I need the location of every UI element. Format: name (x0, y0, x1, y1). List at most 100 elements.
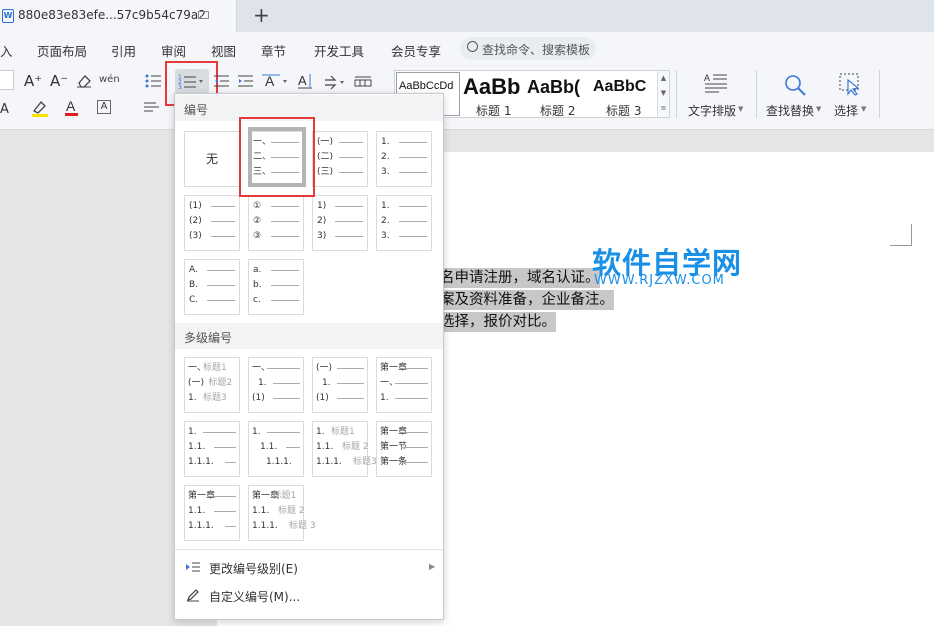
preview-line (214, 511, 236, 512)
style-normal-preview: AaBbCcDd (399, 80, 459, 92)
menu-developer[interactable]: 开发工具 (314, 41, 364, 60)
preview-line (401, 447, 429, 448)
font-size-select[interactable] (0, 70, 14, 90)
preview-marker: 1) (317, 201, 326, 211)
find-replace-icon[interactable] (783, 73, 807, 100)
preview-line (214, 447, 236, 448)
multilevel-style[interactable]: 第一章1.1.1.1.1. (184, 485, 240, 541)
styles-scroll[interactable]: ▲▼≡ (657, 71, 669, 117)
numbering-decimal-dot-alt[interactable]: 1.2.3. (376, 195, 432, 251)
menu-review[interactable]: 审阅 (161, 41, 186, 60)
svg-text:A: A (704, 73, 710, 83)
table-format-icon[interactable] (354, 74, 372, 91)
preview-line (401, 432, 429, 433)
preview-line (271, 285, 299, 286)
menu-page-layout[interactable]: 页面布局 (37, 41, 87, 60)
preview-marker: 3) (317, 231, 326, 241)
preview-marker: ② (253, 216, 261, 226)
clear-format-icon[interactable] (76, 74, 92, 91)
font-color-icon[interactable]: A (64, 98, 80, 121)
section-title-multilevel: 多级编号 (184, 329, 232, 346)
char-shading-button[interactable]: A (0, 102, 9, 117)
preview-line (335, 206, 363, 207)
select-cursor-icon[interactable] (838, 72, 862, 99)
divider (879, 70, 880, 118)
numbering-decimal-dot[interactable]: 1.2.3. (376, 131, 432, 187)
multilevel-style[interactable]: 第一章一、1. (376, 357, 432, 413)
find-replace-button[interactable]: 查找替换 (766, 102, 814, 119)
menu-member[interactable]: 会员专享 (391, 41, 441, 60)
char-border-icon[interactable]: A (97, 100, 111, 114)
change-level-menu-item[interactable]: 更改编号级别(E) (209, 560, 298, 577)
preview-marker: B. (189, 280, 198, 290)
numbering-none[interactable]: 无 (184, 131, 240, 187)
style-heading3-preview[interactable]: AaBbC (593, 78, 655, 96)
preview-line (339, 142, 363, 143)
preview-line (211, 206, 235, 207)
text-layout-button[interactable]: 文字排版 (688, 102, 736, 119)
preview-line (286, 447, 300, 448)
char-spacing-icon[interactable]: A (261, 72, 287, 93)
doc-line[interactable]: 名申请注册，域名认证。 (440, 268, 600, 288)
custom-numbering-menu-item[interactable]: 自定义编号(M)... (209, 588, 300, 605)
preview-line (225, 526, 236, 527)
preview-marker: (3) (189, 231, 202, 241)
preview-marker: ① (253, 201, 261, 211)
new-tab-button[interactable]: + (253, 3, 270, 27)
preview-line (401, 368, 429, 369)
font-shrink-button[interactable]: A⁻ (50, 73, 68, 89)
style-heading2-preview[interactable]: AaBb( (527, 77, 589, 98)
menu-references[interactable]: 引用 (111, 41, 136, 60)
increase-indent-icon[interactable] (238, 74, 254, 91)
preview-line (399, 206, 427, 207)
preview-marker: 1.1.1. (316, 457, 342, 467)
multilevel-style[interactable]: 1.标题11.1.标题 21.1.1.标题3 (312, 421, 368, 477)
menu-insert[interactable]: 入 (0, 41, 13, 60)
preview-line (273, 398, 301, 399)
menu-view[interactable]: 视图 (211, 41, 236, 60)
align-left-icon[interactable] (144, 101, 160, 116)
numbering-circled[interactable]: ①②③ (248, 195, 304, 251)
multilevel-style[interactable]: 一、标题1(一)标题21.标题3 (184, 357, 240, 413)
preview-line (399, 157, 427, 158)
numbering-paren-number[interactable]: (1)(2)(3) (184, 195, 240, 251)
style-heading3-label: 标题 3 (606, 102, 641, 119)
highlight-icon[interactable] (30, 98, 50, 121)
multilevel-style[interactable]: 1.1.1.1.1.1. (184, 421, 240, 477)
preview-line (337, 368, 365, 369)
pinyin-button[interactable]: wén (99, 72, 120, 88)
multilevel-style[interactable]: 第一章标题11.1.标题 21.1.1.标题 3 (248, 485, 304, 541)
text-layout-icon[interactable]: A (703, 72, 729, 99)
numbering-number-paren[interactable]: 1)2)3) (312, 195, 368, 251)
multilevel-style[interactable]: (一)1.(1) (312, 357, 368, 413)
menu-section[interactable]: 章节 (261, 41, 286, 60)
multilevel-style[interactable]: 1.1.1.1.1.1. (248, 421, 304, 477)
preview-marker: 1. (381, 137, 390, 147)
multilevel-style[interactable]: 第一章第一节第一条 (376, 421, 432, 477)
numbering-upper-alpha[interactable]: A.B.C. (184, 259, 240, 315)
preview-marker: 1. (316, 427, 325, 437)
margin-mark (911, 224, 912, 246)
doc-line[interactable]: 选择，报价对比。 (440, 312, 556, 332)
preview-marker: 1.1.1. (266, 457, 292, 467)
font-grow-button[interactable]: A⁺ (24, 73, 42, 89)
line-spacing-icon[interactable] (323, 74, 349, 93)
preview-marker: (1) (189, 201, 202, 211)
preview-line (267, 368, 300, 369)
preview-marker: 1.1.1. (252, 521, 278, 531)
numbering-chinese-paren[interactable]: (一)(二)(三) (312, 131, 368, 187)
text-direction-icon[interactable]: A (296, 72, 316, 93)
numbering-lower-alpha[interactable]: a.b.c. (248, 259, 304, 315)
select-button[interactable]: 选择 (834, 102, 858, 119)
preview-marker: 2. (381, 216, 390, 226)
multilevel-style[interactable]: 一、1.(1) (248, 357, 304, 413)
decrease-indent-icon[interactable] (214, 74, 230, 91)
style-heading1-preview[interactable]: AaBb (463, 74, 525, 100)
preview-marker: 1. (188, 393, 197, 403)
watermark-url: WWW.RJZXW.COM (594, 273, 725, 288)
chevron-right-icon: ▶ (429, 562, 435, 571)
bullet-list-icon[interactable] (144, 73, 162, 92)
preview-line (271, 300, 299, 301)
doc-line[interactable]: 案及资料准备，企业备注。 (440, 290, 614, 310)
preview-line (339, 157, 363, 158)
